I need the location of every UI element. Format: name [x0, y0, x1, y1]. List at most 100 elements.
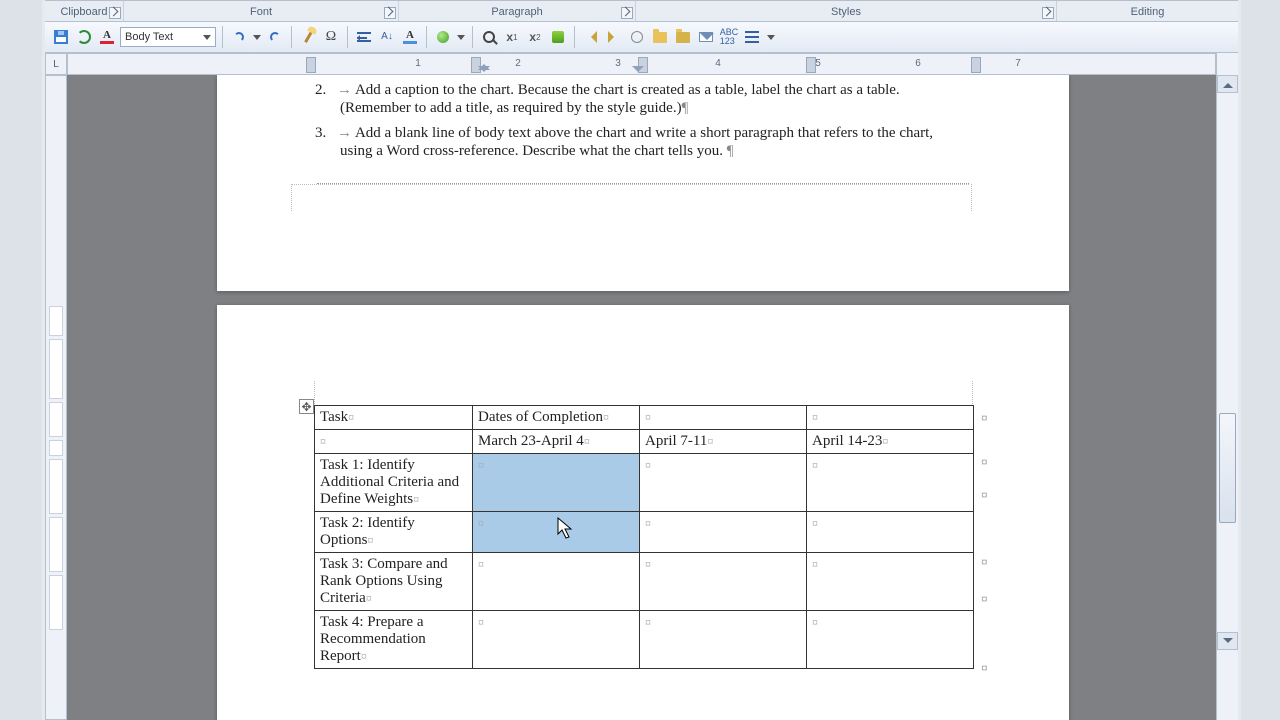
browse-object-button[interactable]: [627, 27, 647, 47]
table-cell: ¤: [807, 611, 974, 669]
insert-symbol-button[interactable]: Ω: [321, 27, 341, 47]
ribbon-group-clipboard: Clipboard: [45, 1, 124, 21]
vertical-ruler[interactable]: [45, 75, 67, 720]
table-cell: ¤: [315, 430, 473, 454]
quick-toolbar: A Body Text Ω A↓ A x1 x2 ABC123: [45, 22, 1238, 53]
refresh-button[interactable]: [74, 27, 94, 47]
scroll-up-button[interactable]: [1217, 75, 1238, 93]
row-end-mark: ¤: [981, 661, 988, 675]
chevron-down-icon: [253, 35, 261, 40]
highlight-button[interactable]: [433, 27, 453, 47]
tab-selector[interactable]: L: [45, 53, 67, 75]
sort-button[interactable]: A↓: [377, 27, 397, 47]
zoom-icon: [483, 31, 495, 43]
separator: [222, 26, 223, 48]
horizontal-ruler[interactable]: 1 2 3 4 5 6 7: [67, 53, 1216, 75]
list-text: using a Word cross-reference. Describe w…: [340, 143, 723, 159]
scrollbar-thumb[interactable]: [1219, 413, 1236, 523]
word-count-button[interactable]: ABC123: [719, 27, 739, 47]
dialog-launcher-icon[interactable]: [621, 7, 633, 19]
brush-icon: [304, 31, 313, 43]
document-viewport[interactable]: 2.→ Add a caption to the chart. Because …: [67, 75, 1216, 720]
table-cell: April 7-11¤: [640, 430, 807, 454]
highlight-icon: [437, 31, 449, 43]
font-color-button[interactable]: A: [97, 27, 117, 47]
shading-button[interactable]: [548, 27, 568, 47]
table-cell: ¤: [807, 553, 974, 611]
compass-icon: [631, 31, 643, 43]
column-marker[interactable]: [806, 57, 816, 73]
ribbon-group-font: Font: [124, 1, 399, 21]
separator: [291, 26, 292, 48]
open-file-button[interactable]: [650, 27, 670, 47]
schedule-table[interactable]: Task¤ Dates of Completion¤ ¤ ¤ ¤ March 2…: [314, 405, 974, 669]
list-number: 2.: [315, 81, 337, 99]
multilevel-list-button[interactable]: [742, 27, 762, 47]
table-cell: ¤: [640, 611, 807, 669]
overflow-icon: [767, 35, 775, 40]
omega-icon: Ω: [326, 30, 336, 44]
wordcount-icon: ABC123: [720, 28, 739, 46]
dialog-launcher-icon[interactable]: [384, 7, 396, 19]
body-text[interactable]: 2.→ Add a caption to the chart. Because …: [315, 81, 969, 160]
ruler-label: 4: [715, 58, 721, 69]
footer-area: [291, 183, 969, 211]
list-text: Add a blank line of body text above the …: [355, 125, 933, 141]
style-dropdown[interactable]: Body Text: [120, 27, 216, 47]
strike-button[interactable]: x1: [502, 27, 522, 47]
highlight-menu-button[interactable]: [456, 27, 466, 47]
window-chrome-left: [0, 0, 45, 720]
table-move-handle[interactable]: ✥: [299, 399, 314, 414]
list-text: Add a caption to the chart. Because the …: [355, 82, 900, 98]
table-cell: ¤: [807, 454, 974, 512]
row-end-mark: ¤: [981, 411, 988, 425]
toolbar-overflow-button[interactable]: [765, 27, 777, 47]
column-marker[interactable]: [306, 57, 316, 73]
chevron-down-icon: [203, 35, 211, 40]
redo-button[interactable]: [265, 27, 285, 47]
dialog-launcher-icon[interactable]: [109, 7, 121, 19]
open-recent-button[interactable]: [673, 27, 693, 47]
next-nav-button[interactable]: [604, 27, 624, 47]
table-cell: ¤: [640, 512, 807, 553]
superscript-button[interactable]: x2: [525, 27, 545, 47]
tab-arrow: →: [337, 82, 352, 98]
redo-icon: [268, 30, 282, 44]
mail-button[interactable]: [696, 27, 716, 47]
table-cell: Task 1: Identify Additional Criteria and…: [315, 454, 473, 512]
pilcrow-icon: ¶: [727, 143, 734, 159]
list-icon: [745, 31, 759, 43]
prev-nav-button[interactable]: [581, 27, 601, 47]
hanging-indent[interactable]: [478, 56, 490, 72]
right-indent[interactable]: [632, 56, 644, 72]
clear-formatting-button[interactable]: A: [400, 27, 420, 47]
ribbon-group-labels: Clipboard Font Paragraph Styles Editing: [45, 0, 1238, 22]
ruler-label: 5: [815, 58, 821, 69]
table-cell: ¤: [640, 454, 807, 512]
row-end-mark: ¤: [981, 455, 988, 469]
folder-open-icon: [676, 32, 690, 43]
table-cell: April 14-23¤: [807, 430, 974, 454]
separator: [472, 26, 473, 48]
undo-history-button[interactable]: [252, 27, 262, 47]
chevron-down-icon: [457, 35, 465, 40]
separator: [426, 26, 427, 48]
strike-icon: x: [506, 30, 513, 44]
scroll-down-button[interactable]: [1217, 632, 1238, 650]
list-number: 3.: [315, 124, 337, 142]
dialog-launcher-icon[interactable]: [1042, 7, 1054, 19]
chevron-up-icon: [1223, 78, 1233, 88]
sort-icon: A↓: [381, 32, 393, 42]
save-button[interactable]: [51, 27, 71, 47]
vertical-scrollbar[interactable]: [1216, 53, 1238, 720]
column-marker[interactable]: [971, 57, 981, 73]
undo-button[interactable]: [229, 27, 249, 47]
decrease-indent-button[interactable]: [354, 27, 374, 47]
tab-arrow: →: [337, 125, 352, 141]
ribbon-group-editing: Editing: [1057, 1, 1238, 21]
separator: [347, 26, 348, 48]
format-painter-button[interactable]: [298, 27, 318, 47]
row-end-mark: ¤: [981, 488, 988, 502]
table-cell: ¤: [640, 553, 807, 611]
zoom-button[interactable]: [479, 27, 499, 47]
